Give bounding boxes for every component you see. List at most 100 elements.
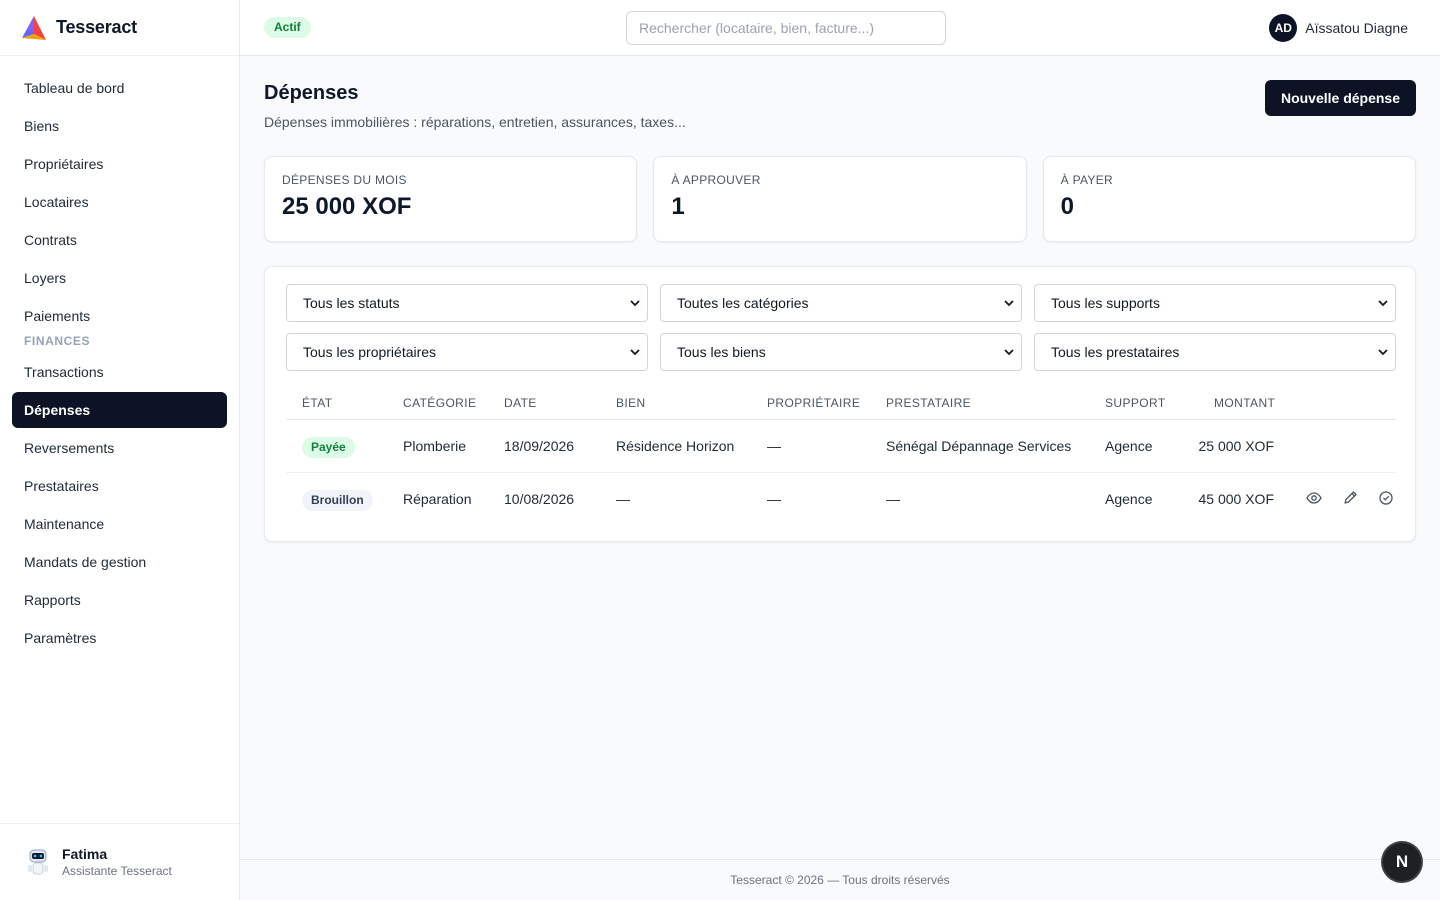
- status-badge-paid: Payée: [302, 436, 355, 458]
- expenses-table: ÉTAT CATÉGORIE DATE BIEN PROPRIÉTAIRE PR…: [286, 388, 1396, 526]
- stat-value: 0: [1060, 193, 1075, 220]
- table-header: ÉTAT CATÉGORIE DATE BIEN PROPRIÉTAIRE PR…: [286, 388, 1396, 420]
- support-filter-value: Tous les supports: [1051, 295, 1160, 311]
- brand-name: Tesseract: [56, 17, 137, 37]
- column-header-categorie[interactable]: CATÉGORIE: [403, 396, 476, 410]
- category-filter-select[interactable]: Toutes les catégories: [660, 284, 1022, 322]
- row-actions: [1306, 490, 1394, 506]
- search-input[interactable]: [626, 11, 946, 45]
- montant-cell: 25 000 XOF: [1198, 438, 1275, 454]
- bien-cell: Résidence Horizon: [616, 438, 735, 454]
- proprietaire-cell: —: [767, 491, 781, 507]
- status-filter-value: Tous les statuts: [303, 295, 400, 311]
- support-cell: Agence: [1105, 491, 1153, 507]
- expenses-panel: Tous les statuts Toutes les catégories T…: [264, 266, 1416, 542]
- stats-row: DÉPENSES DU MOIS 25 000 XOF À APPROUVER …: [264, 156, 1416, 242]
- stat-value: 25 000 XOF: [282, 193, 412, 220]
- chevron-down-icon: [1003, 285, 1015, 321]
- column-header-prestataire[interactable]: PRESTATAIRE: [886, 396, 971, 410]
- sidebar-item-paiements[interactable]: Paiements: [12, 298, 227, 334]
- column-header-bien[interactable]: BIEN: [616, 396, 646, 410]
- stat-value: 1: [671, 193, 685, 220]
- topbar: Actif AD Aïssatou Diagne: [240, 0, 1440, 56]
- sidebar-item-rapports[interactable]: Rapports: [12, 582, 227, 618]
- sidebar-item-mandats-de-gestion[interactable]: Mandats de gestion: [12, 544, 227, 580]
- sidebar-item-proprietaires[interactable]: Propriétaires: [12, 146, 227, 182]
- date-cell: 10/08/2026: [504, 491, 575, 507]
- prestataire-cell: —: [886, 491, 900, 507]
- category-filter-value: Toutes les catégories: [677, 295, 809, 311]
- stat-label: À PAYER: [1060, 173, 1113, 187]
- stat-label: À APPROUVER: [671, 173, 761, 187]
- dev-tools-button[interactable]: N: [1383, 843, 1421, 881]
- eye-icon[interactable]: [1306, 490, 1322, 506]
- table-row[interactable]: Brouillon Réparation 10/08/2026 — — — Ag…: [286, 473, 1396, 526]
- robot-assistant-icon: [28, 849, 48, 875]
- user-name: Aïssatou Diagne: [1305, 20, 1408, 36]
- etat-cell: Payée: [302, 420, 355, 473]
- tesseract-logo-icon: [22, 15, 46, 40]
- chevron-down-icon: [1377, 285, 1389, 321]
- categorie-cell: Plomberie: [403, 438, 467, 454]
- new-expense-button[interactable]: Nouvelle dépense: [1264, 80, 1416, 116]
- brand[interactable]: Tesseract: [0, 0, 239, 56]
- status-badge-draft: Brouillon: [302, 489, 373, 511]
- chevron-down-icon: [1377, 334, 1389, 370]
- sidebar-item-tableau-de-bord[interactable]: Tableau de bord: [12, 70, 227, 106]
- categorie-cell: Réparation: [403, 491, 472, 507]
- sidebar-item-maintenance[interactable]: Maintenance: [12, 506, 227, 542]
- montant-cell: 45 000 XOF: [1198, 491, 1275, 507]
- etat-cell: Brouillon: [302, 473, 373, 526]
- owner-filter-value: Tous les propriétaires: [303, 344, 437, 360]
- stat-card-monthly-expenses: DÉPENSES DU MOIS 25 000 XOF: [264, 156, 638, 242]
- sidebar-item-depenses[interactable]: Dépenses: [12, 392, 227, 428]
- proprietaire-cell: —: [767, 438, 781, 454]
- chevron-down-icon: [1003, 334, 1015, 370]
- filters: Tous les statuts Toutes les catégories T…: [286, 284, 1396, 371]
- stat-label: DÉPENSES DU MOIS: [282, 173, 407, 187]
- sidebar-nav: Tableau de bord Biens Propriétaires Loca…: [0, 56, 239, 656]
- provider-filter-value: Tous les prestataires: [1051, 344, 1180, 360]
- sidebar-section-finances: FINANCES: [24, 334, 91, 348]
- assistant-card[interactable]: Fatima Assistante Tesseract: [0, 823, 239, 900]
- stat-card-to-approve: À APPROUVER 1: [653, 156, 1027, 242]
- support-filter-select[interactable]: Tous les supports: [1034, 284, 1396, 322]
- owner-filter-select[interactable]: Tous les propriétaires: [286, 333, 648, 371]
- sidebar-item-transactions[interactable]: Transactions: [12, 354, 227, 390]
- page-title: Dépenses: [264, 82, 359, 104]
- date-cell: 18/09/2026: [504, 438, 575, 454]
- prestataire-cell: Sénégal Dépannage Services: [886, 438, 1072, 454]
- assistant-name: Fatima: [62, 846, 108, 862]
- chevron-down-icon: [629, 285, 641, 321]
- status-badge: Actif: [264, 17, 311, 38]
- property-filter-select[interactable]: Tous les biens: [660, 333, 1022, 371]
- status-filter-select[interactable]: Tous les statuts: [286, 284, 648, 322]
- sidebar: Tesseract Tableau de bord Biens Propriét…: [0, 0, 240, 900]
- pencil-icon[interactable]: [1342, 490, 1358, 506]
- column-header-support[interactable]: SUPPORT: [1105, 396, 1166, 410]
- assistant-role: Assistante Tesseract: [62, 864, 172, 878]
- user-menu[interactable]: AD Aïssatou Diagne: [1269, 14, 1408, 42]
- sidebar-item-reversements[interactable]: Reversements: [12, 430, 227, 466]
- sidebar-item-locataires[interactable]: Locataires: [12, 184, 227, 220]
- support-cell: Agence: [1105, 438, 1153, 454]
- sidebar-item-loyers[interactable]: Loyers: [12, 260, 227, 296]
- page-subtitle: Dépenses immobilières : réparations, ent…: [264, 114, 686, 130]
- sidebar-item-contrats[interactable]: Contrats: [12, 222, 227, 258]
- avatar: AD: [1269, 14, 1298, 42]
- column-header-proprietaire[interactable]: PROPRIÉTAIRE: [767, 396, 860, 410]
- sidebar-item-prestataires[interactable]: Prestataires: [12, 468, 227, 504]
- column-header-date[interactable]: DATE: [504, 396, 537, 410]
- chevron-down-icon: [629, 334, 641, 370]
- provider-filter-select[interactable]: Tous les prestataires: [1034, 333, 1396, 371]
- sidebar-item-parametres[interactable]: Paramètres: [12, 620, 227, 656]
- bien-cell: —: [616, 491, 630, 507]
- property-filter-value: Tous les biens: [677, 344, 766, 360]
- stat-card-to-pay: À PAYER 0: [1042, 156, 1416, 242]
- column-header-etat[interactable]: ÉTAT: [302, 396, 333, 410]
- footer: Tesseract © 2026 — Tous droits réservés: [240, 859, 1440, 900]
- column-header-montant[interactable]: MONTANT: [1214, 396, 1275, 410]
- check-circle-icon[interactable]: [1378, 490, 1394, 506]
- table-row[interactable]: Payée Plomberie 18/09/2026 Résidence Hor…: [286, 420, 1396, 473]
- sidebar-item-biens[interactable]: Biens: [12, 108, 227, 144]
